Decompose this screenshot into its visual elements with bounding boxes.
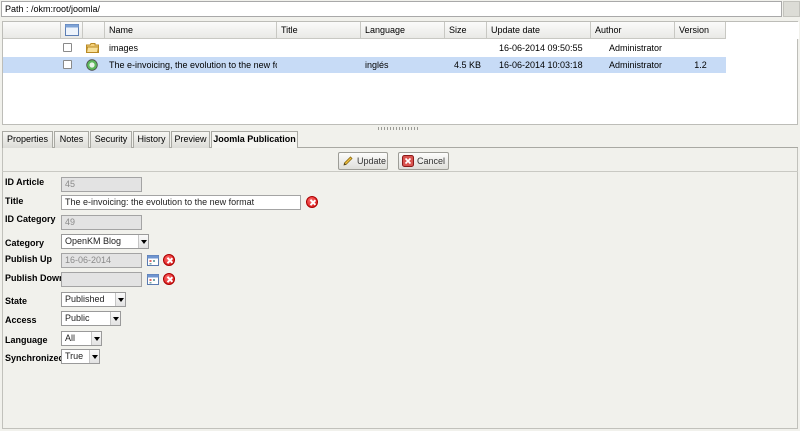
file-table: Name Title Language Size Update date Aut…: [2, 21, 799, 125]
synchronized-select[interactable]: True: [61, 349, 100, 364]
tab-preview[interactable]: Preview: [171, 131, 210, 148]
tab-history[interactable]: History: [133, 131, 170, 148]
path-label: Path : /okm:root/joomla/: [5, 4, 101, 14]
access-label: Access: [5, 315, 37, 325]
row-title: [281, 40, 361, 56]
row-language: [365, 40, 445, 56]
row-size: 4.5 KB: [453, 60, 481, 70]
clear-publish-up-icon[interactable]: [163, 254, 175, 266]
id-category-label: ID Category: [5, 214, 56, 224]
state-label: State: [5, 296, 28, 306]
update-label: Update: [357, 156, 387, 166]
row-version: [675, 40, 726, 56]
category-value: OpenKM Blog: [65, 236, 122, 246]
header-update-date[interactable]: Update date: [487, 22, 591, 38]
chevron-down-icon[interactable]: [91, 332, 101, 345]
document-icon: [86, 59, 98, 71]
row-version: 1.2: [694, 60, 707, 70]
header-version[interactable]: Version: [675, 22, 726, 38]
header-author[interactable]: Author: [591, 22, 675, 38]
action-toolbar: Update Cancel: [2, 149, 798, 172]
title-input[interactable]: The e-invoicing: the evolution to the ne…: [61, 195, 301, 210]
publish-down-label: Publish Down: [5, 273, 65, 283]
select-all-header[interactable]: [61, 22, 83, 38]
chevron-down-icon[interactable]: [89, 350, 99, 363]
row-checkbox[interactable]: [63, 43, 72, 52]
row-author: Administrator: [609, 60, 663, 70]
row-name[interactable]: images: [109, 40, 277, 56]
table-header: Name Title Language Size Update date Aut…: [3, 22, 726, 39]
path-bar: Path : /okm:root/joomla/: [1, 1, 782, 17]
calendar-icon[interactable]: [147, 273, 159, 285]
chevron-down-icon[interactable]: [115, 293, 125, 306]
header-size[interactable]: Size: [445, 22, 487, 38]
publish-down-field: [61, 272, 142, 287]
row-name[interactable]: The e-invoicing, the evolution to the ne…: [109, 57, 277, 73]
row-size: [445, 40, 485, 56]
pencil-icon: [343, 156, 353, 166]
header-title[interactable]: Title: [277, 22, 361, 38]
clear-publish-down-icon[interactable]: [163, 273, 175, 285]
title-label: Title: [5, 196, 24, 206]
language-label: Language: [5, 335, 48, 345]
chevron-down-icon[interactable]: [110, 312, 120, 325]
row-author: Administrator: [609, 43, 663, 53]
tab-notes[interactable]: Notes: [54, 131, 89, 148]
category-select[interactable]: OpenKM Blog: [61, 234, 149, 249]
chevron-down-icon[interactable]: [138, 235, 148, 248]
folder-icon: [86, 43, 99, 53]
synchronized-value: True: [65, 351, 84, 361]
column-chooser-icon[interactable]: [65, 24, 79, 36]
cancel-icon: [402, 155, 414, 167]
tab-properties[interactable]: Properties: [2, 131, 53, 148]
path-bar-corner: [783, 1, 800, 17]
synchronized-label: Synchronized: [5, 353, 65, 363]
table-row[interactable]: images 16-06-2014 09:50:55 Administrator: [3, 40, 726, 56]
table-row[interactable]: The e-invoicing, the evolution to the ne…: [3, 57, 726, 73]
id-article-field: 45: [61, 177, 142, 192]
publish-up-label: Publish Up: [5, 254, 52, 264]
cancel-button[interactable]: Cancel: [398, 152, 449, 170]
id-article-label: ID Article: [5, 177, 45, 187]
cancel-label: Cancel: [417, 156, 446, 166]
header-spacer: [3, 22, 61, 38]
update-button[interactable]: Update: [338, 152, 388, 170]
id-category-field: 49: [61, 215, 142, 230]
access-select[interactable]: Public: [61, 311, 121, 326]
tab-joomla-publication[interactable]: Joomla Publication: [211, 131, 298, 149]
state-select[interactable]: Published: [61, 292, 126, 307]
header-language[interactable]: Language: [361, 22, 445, 38]
publish-up-field: 16-06-2014: [61, 253, 142, 268]
row-language: inglés: [365, 60, 389, 70]
language-select[interactable]: All: [61, 331, 102, 346]
header-name[interactable]: Name: [105, 22, 277, 38]
header-filler: [726, 22, 799, 39]
tab-security[interactable]: Security: [90, 131, 132, 148]
clear-title-icon[interactable]: [306, 196, 318, 208]
language-value: All: [65, 333, 76, 343]
state-value: Published: [65, 294, 105, 304]
splitter-grip[interactable]: [378, 127, 420, 130]
tab-bar: Properties Notes Security History Previe…: [2, 131, 798, 149]
row-checkbox[interactable]: [63, 60, 72, 69]
category-label: Category: [5, 238, 45, 248]
access-value: Public: [65, 313, 90, 323]
row-title: [281, 57, 361, 73]
row-update-date: 16-06-2014 10:03:18: [499, 60, 583, 70]
calendar-icon[interactable]: [147, 254, 159, 266]
row-update-date: 16-06-2014 09:50:55: [499, 43, 583, 53]
icon-header: [83, 22, 105, 38]
